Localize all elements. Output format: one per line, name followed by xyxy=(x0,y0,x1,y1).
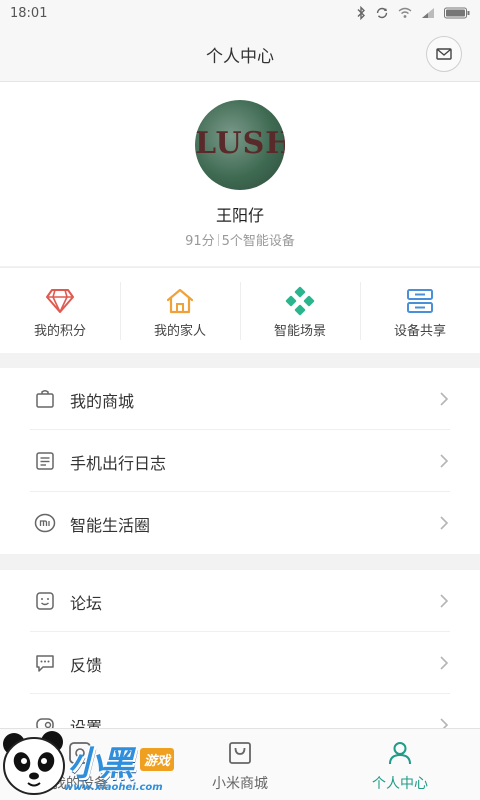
home-icon xyxy=(165,286,195,316)
chevron-right-icon xyxy=(438,514,450,532)
share-icon xyxy=(405,286,435,316)
log-icon xyxy=(34,450,56,472)
watermark-tag: 游戏 xyxy=(140,748,175,771)
watermark-url: www.xiaohei.com xyxy=(64,782,163,793)
menu-group-secondary: 论坛 反馈 设置 xyxy=(0,570,480,737)
user-device-count: 5个智能设备 xyxy=(221,234,295,249)
bluetooth-icon xyxy=(356,6,366,20)
diamond-icon xyxy=(45,286,75,316)
avatar[interactable]: LUSH xyxy=(195,100,285,190)
status-time: 18:01 xyxy=(10,5,48,21)
menu-group-primary: 我的商城 手机出行日志 智能生活圈 xyxy=(0,368,480,554)
quick-action-label: 设备共享 xyxy=(393,324,446,339)
nav-label: 个人中心 xyxy=(372,776,428,792)
user-points: 91分 xyxy=(185,234,215,249)
menu-item-mall[interactable]: 我的商城 xyxy=(0,368,480,430)
quick-action-family[interactable]: 我的家人 xyxy=(120,268,240,354)
menu-item-forum[interactable]: 论坛 xyxy=(0,570,480,632)
quick-action-label: 我的积分 xyxy=(33,324,86,339)
quick-action-points[interactable]: 我的积分 xyxy=(0,268,120,354)
watermark-logo: 小黑 xyxy=(68,744,134,784)
top-bar: 个人中心 xyxy=(0,26,480,82)
menu-item-label: 反馈 xyxy=(70,656,103,675)
meta-divider xyxy=(217,234,219,246)
profile-card: LUSH 王阳仔 91分 5个智能设备 xyxy=(0,82,480,266)
mail-button[interactable] xyxy=(426,36,462,72)
user-meta: 91分 5个智能设备 xyxy=(0,230,480,249)
quick-action-sharing[interactable]: 设备共享 xyxy=(360,268,480,354)
chevron-right-icon xyxy=(438,390,450,408)
mi-circle-icon xyxy=(34,512,56,534)
menu-item-label: 论坛 xyxy=(70,594,103,613)
site-watermark: 小黑 游戏 www.xiaohei.com xyxy=(0,728,200,800)
battery-icon xyxy=(444,7,470,19)
app-screen: 18:01 个人中心 LUSH 王阳仔 91分 5个智能设备 我的积分 我的家人… xyxy=(0,0,480,800)
shop-icon xyxy=(226,739,254,767)
menu-item-label: 手机出行日志 xyxy=(70,454,167,473)
menu-item-feedback[interactable]: 反馈 xyxy=(0,632,480,694)
person-icon xyxy=(386,739,414,767)
mail-icon xyxy=(436,45,452,64)
page-title: 个人中心 xyxy=(206,47,274,67)
status-bar: 18:01 xyxy=(0,0,480,26)
quick-action-label: 我的家人 xyxy=(153,324,206,339)
panda-logo-icon xyxy=(3,731,65,795)
quick-actions: 我的积分 我的家人 智能场景 设备共享 xyxy=(0,267,480,353)
feedback-icon xyxy=(34,652,56,674)
wifi-icon xyxy=(398,7,412,19)
avatar-lettering: LUSH xyxy=(195,126,285,161)
quick-action-scenes[interactable]: 智能场景 xyxy=(240,268,360,354)
menu-item-label: 我的商城 xyxy=(70,392,135,411)
chevron-right-icon xyxy=(438,654,450,672)
scene-icon xyxy=(285,286,315,316)
chevron-right-icon xyxy=(438,452,450,470)
menu-item-smart-life[interactable]: 智能生活圈 xyxy=(0,492,480,554)
status-icons xyxy=(356,6,470,20)
menu-item-label: 智能生活圈 xyxy=(70,516,151,535)
user-name: 王阳仔 xyxy=(215,206,264,225)
chevron-right-icon xyxy=(438,592,450,610)
forum-icon xyxy=(34,590,56,612)
quick-action-label: 智能场景 xyxy=(273,324,326,339)
sync-icon xyxy=(375,6,389,20)
signal-icon xyxy=(421,7,435,19)
nav-profile[interactable]: 个人中心 xyxy=(320,729,480,800)
menu-item-travel-log[interactable]: 手机出行日志 xyxy=(0,430,480,492)
bag-icon xyxy=(34,388,56,410)
